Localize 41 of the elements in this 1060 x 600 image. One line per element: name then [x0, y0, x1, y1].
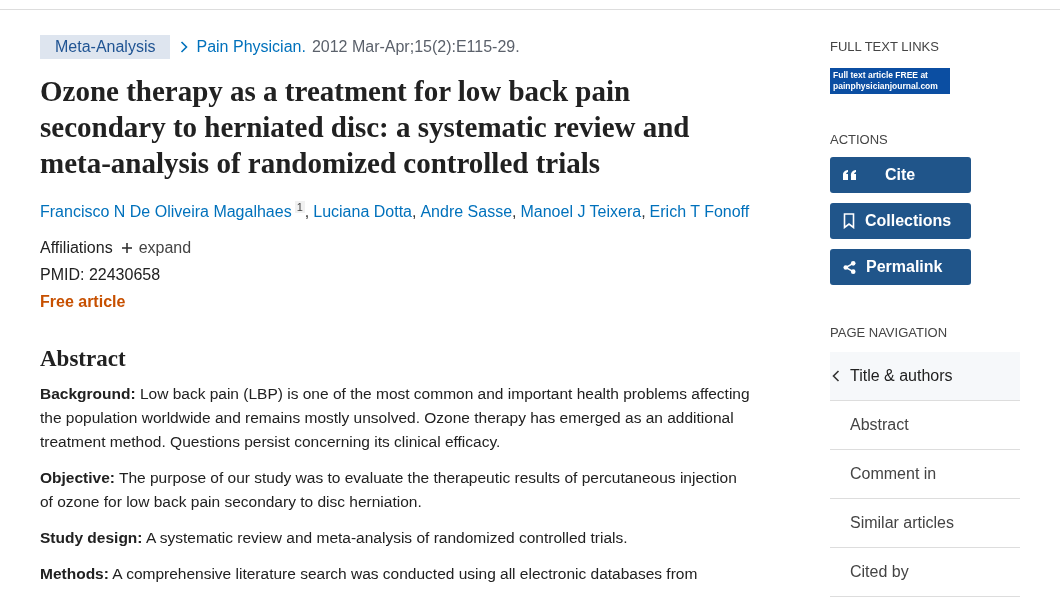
free-article-label: Free article — [40, 292, 127, 313]
bookmark-icon — [843, 213, 855, 229]
author-link[interactable]: Erich T Fonoff — [649, 203, 750, 221]
page-nav-link[interactable]: Title & authors — [830, 352, 1020, 401]
chevron-left-icon — [832, 370, 840, 382]
page-nav-link[interactable]: Cited by — [830, 548, 1020, 597]
article-type-badge: Meta-Analysis — [40, 35, 171, 59]
separator-comma: , — [304, 203, 310, 221]
abstract-paragraph: Objective: The purpose of our study was to evaluate the therapeutic results of percutaneous injection of ozone for low back pain secondary to disc herniation. — [40, 468, 738, 513]
abstract-paragraph: Background: Low back pain (LBP) is one of the most common and important health problems affecting the population worldwide and remains mostly unsolved. Ozone therapy has emerged as an additional treatment method. Questions persist concerning its clinical efficacy. — [40, 384, 751, 453]
page-nav-link[interactable]: Comment in — [830, 450, 1020, 499]
journal-link[interactable]: Pain Physician. — [196, 38, 306, 56]
page-nav-link[interactable]: Similar articles — [830, 499, 1020, 548]
affiliations-label: Affiliations — [40, 238, 113, 259]
plus-icon — [120, 242, 133, 255]
author-link[interactable]: Manoel J Teixera — [520, 203, 642, 221]
chevron-right-icon — [180, 41, 189, 53]
author-link[interactable]: Luciana Dotta — [313, 203, 412, 221]
section-heading: FULL TEXT LINKS — [830, 39, 940, 54]
separator-comma: , — [512, 203, 517, 221]
abstract-paragraph: Methods: A comprehensive literature search was conducted using all electronic databases from — [40, 564, 699, 585]
section-heading: ACTIONS — [830, 132, 889, 147]
citation-details: 2012 Mar-Apr;15(2):E115-29. — [311, 38, 520, 56]
full-text-link[interactable]: Full text article FREE at painphysicianjournal.com — [830, 68, 950, 94]
pmid-text: PMID: 22430658 — [40, 265, 162, 286]
action-button[interactable]: Permalink — [830, 249, 971, 285]
author-link[interactable]: Andre Sasse — [420, 203, 513, 221]
affiliation-number[interactable]: 1 — [294, 201, 305, 213]
page-nav-link[interactable]: Abstract — [830, 401, 1020, 450]
action-button[interactable]: Cite — [830, 157, 971, 193]
share-icon — [843, 260, 856, 274]
section-heading: PAGE NAVIGATION — [830, 325, 949, 340]
abstract-heading: Abstract — [40, 346, 127, 373]
abstract-paragraph: Study design: A systematic review and meta-analysis of randomized controlled trials. — [40, 528, 629, 549]
author-link[interactable]: Francisco N De Oliveira Magalhaes — [40, 203, 292, 221]
quote-icon — [843, 170, 857, 180]
separator-comma: , — [641, 203, 646, 221]
article-title: Ozone therapy as a treatment for low back pain secondary to herniated disc: a systematic review and meta-analysis of randomized controlled trials — [40, 74, 691, 181]
action-button[interactable]: Collections — [830, 203, 971, 239]
separator-comma: , — [411, 203, 417, 221]
expand-button[interactable]: expand — [120, 236, 192, 261]
